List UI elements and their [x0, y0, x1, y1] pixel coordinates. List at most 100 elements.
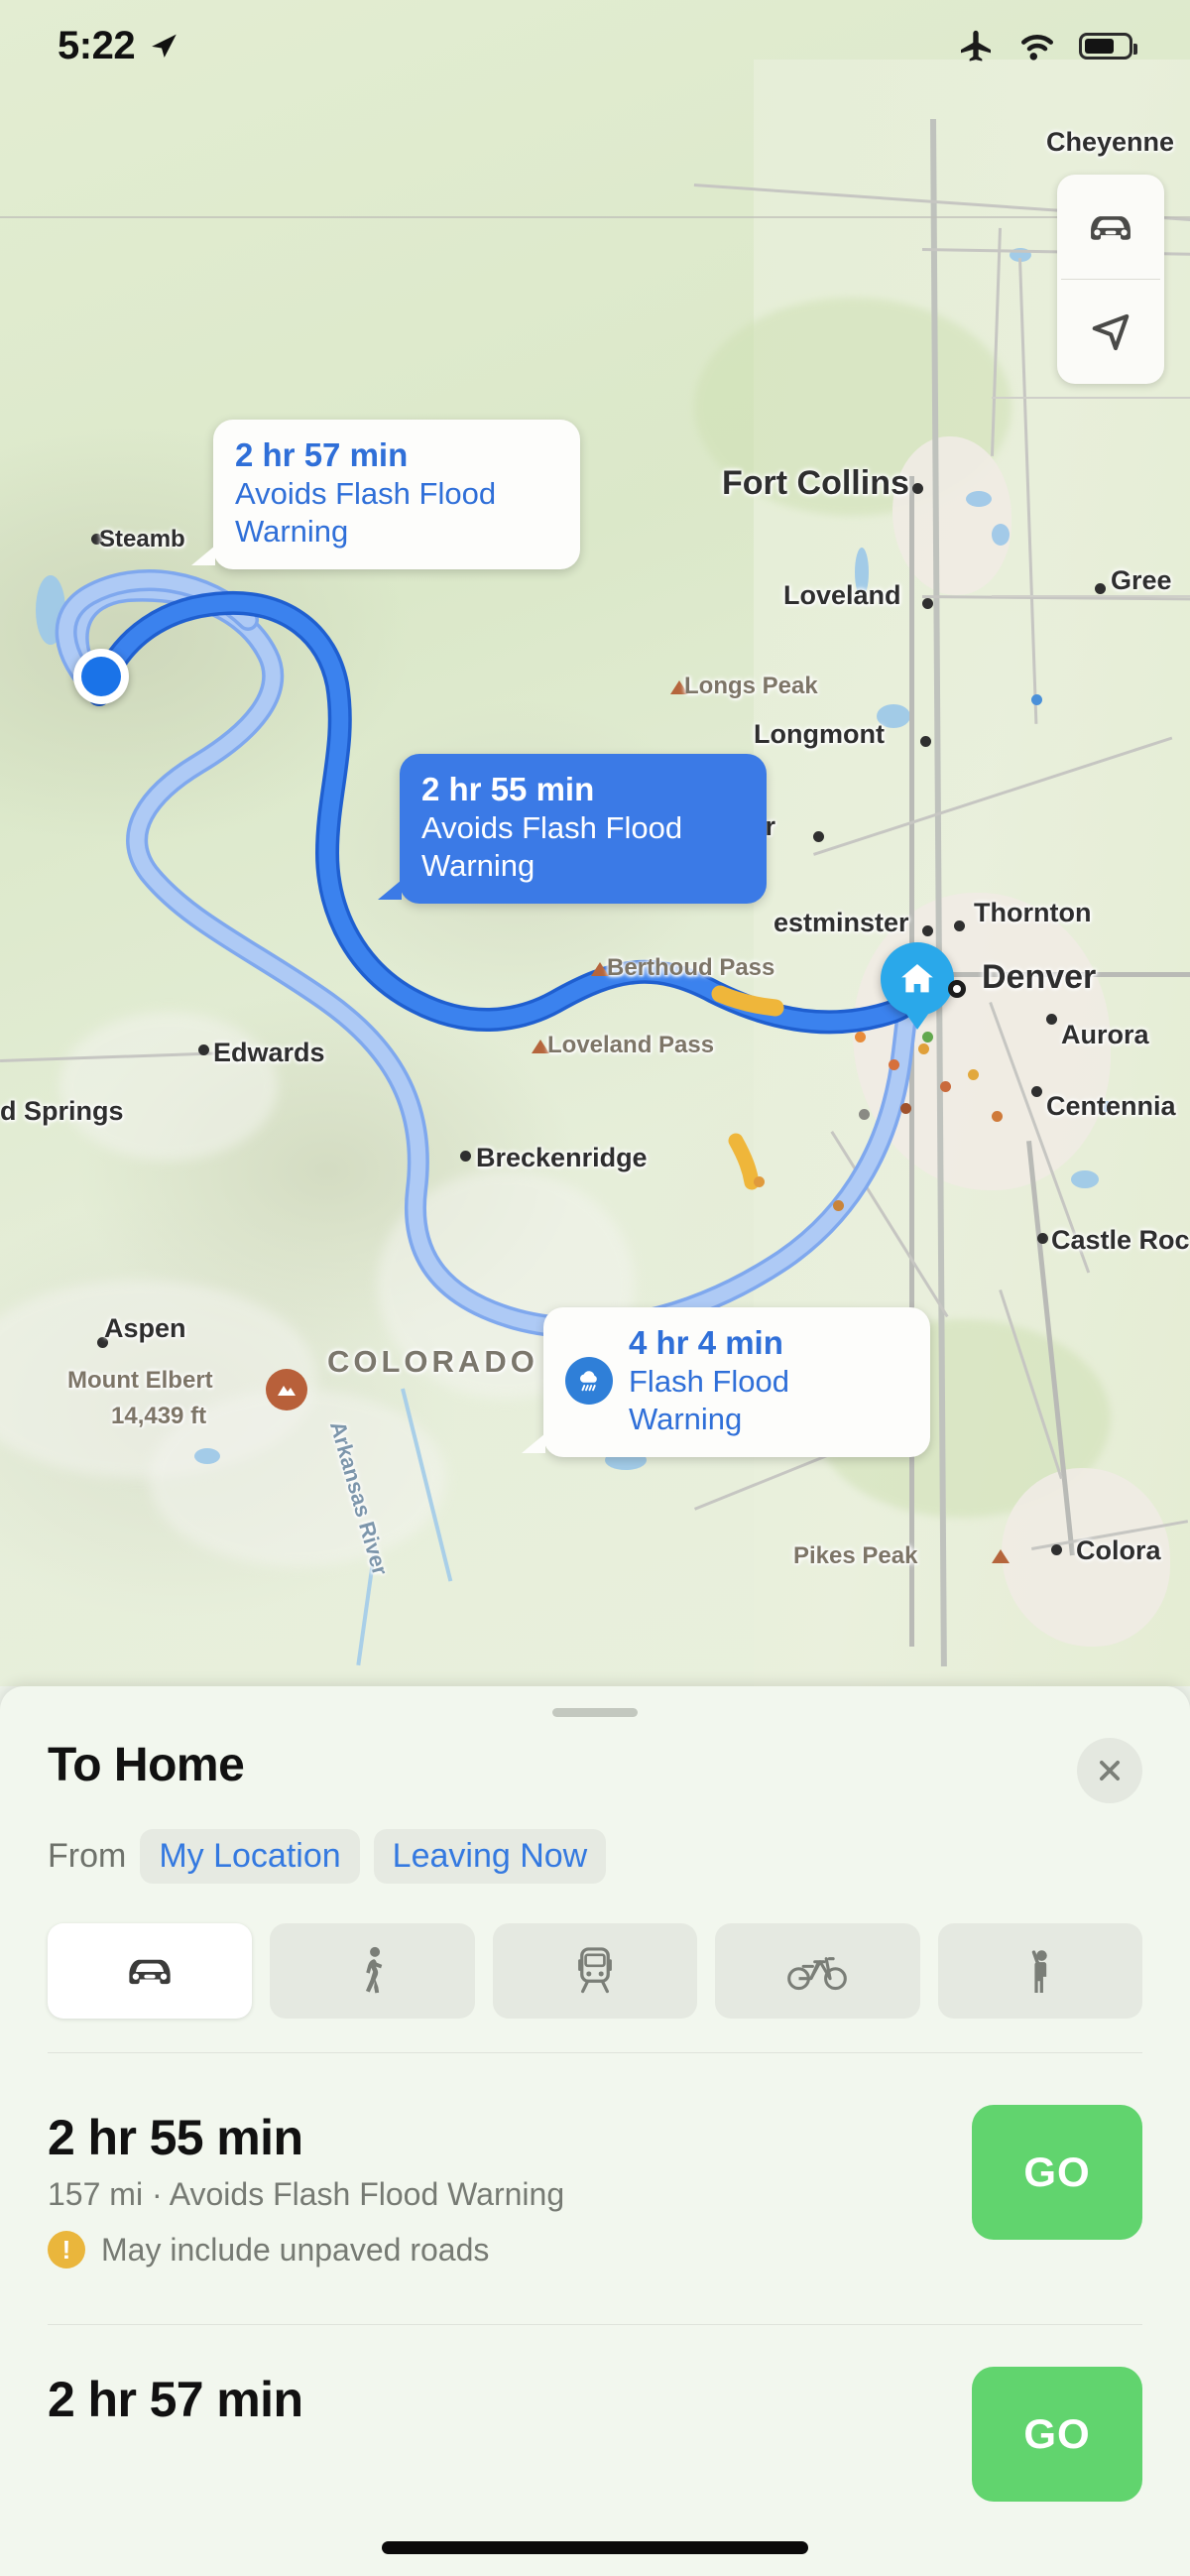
poi-dot — [859, 1109, 870, 1120]
poi-dot — [754, 1176, 765, 1187]
map-city-label: Colora — [1076, 1535, 1161, 1565]
poi-dot — [833, 1200, 844, 1211]
poi-dot — [1031, 694, 1042, 705]
callout-text: 2 hr 57 min Avoids Flash Flood Warning — [235, 436, 558, 551]
origin-chip[interactable]: My Location — [140, 1829, 360, 1884]
status-bar-right — [956, 26, 1137, 65]
home-icon — [901, 964, 933, 993]
map-city-label: Steamb — [99, 526, 185, 552]
drive-mode-button[interactable] — [1057, 175, 1164, 279]
navigation-arrow-icon — [1092, 313, 1130, 350]
go-button[interactable]: GO — [972, 2367, 1142, 2502]
transport-mode-selector[interactable] — [48, 1923, 1143, 2019]
route-callout-alt1[interactable]: 2 hr 57 min Avoids Flash Flood Warning — [191, 420, 580, 569]
transit-icon — [578, 1947, 612, 1994]
map-mount-elbert-elevation: 14,439 ft — [111, 1403, 207, 1429]
map-city-label: Loveland — [783, 580, 901, 610]
poi-dot — [900, 1103, 911, 1114]
city-dot — [813, 831, 824, 842]
route-duration: 2 hr 55 min — [48, 2110, 303, 2165]
go-button[interactable]: GO — [972, 2105, 1142, 2240]
map-city-label: Edwards — [213, 1038, 325, 1067]
map-peak-label: Loveland Pass — [547, 1032, 715, 1058]
peak-marker-icon — [992, 1549, 1010, 1563]
map-controls[interactable] — [1057, 175, 1164, 384]
poi-dot — [889, 1059, 899, 1070]
route-option-primary[interactable]: 2 hr 55 min 157 mi · Avoids Flash Flood … — [48, 2105, 1142, 2269]
bicycle-icon — [787, 1957, 848, 1991]
route-duration: 2 hr 57 min — [48, 2372, 303, 2427]
map-peak-label: Pikes Peak — [793, 1542, 918, 1569]
close-icon — [1100, 1761, 1120, 1780]
map-city-label: Longmont — [754, 719, 885, 749]
map-state-label: COLORADO — [327, 1344, 538, 1379]
map-city-label: Fort Collins — [722, 464, 909, 502]
map-city-label: Aurora — [1061, 1020, 1149, 1049]
map-city-label: Castle Roc — [1051, 1225, 1190, 1255]
callout-subtitle: Avoids Flash Flood Warning — [421, 809, 683, 883]
mode-rideshare[interactable] — [937, 1923, 1143, 2019]
map-city-label: estminster — [774, 908, 909, 937]
from-label: From — [48, 1837, 127, 1875]
home-indicator — [382, 2541, 808, 2554]
location-arrow-icon — [152, 34, 177, 59]
map-city-label: Denver — [982, 958, 1097, 996]
city-dot — [912, 483, 923, 494]
city-dot — [1051, 1544, 1062, 1555]
route-callout-alt2[interactable]: 4 hr 4 min Flash Flood Warning — [522, 1307, 930, 1457]
home-destination-pin[interactable] — [881, 942, 954, 1016]
city-dot — [954, 920, 965, 931]
map-mount-elbert-label: Mount Elbert — [67, 1367, 213, 1394]
map-city-label: d Springs — [0, 1096, 124, 1126]
map-peak-label: Longs Peak — [684, 673, 818, 699]
poi-dot — [992, 1111, 1003, 1122]
callout-subtitle: Avoids Flash Flood Warning — [235, 475, 497, 549]
map-city-label: Aspen — [104, 1313, 186, 1343]
city-dot — [1031, 1086, 1042, 1097]
map-city-label: Gree — [1111, 565, 1172, 595]
route-primary-details: 2 hr 55 min 157 mi · Avoids Flash Flood … — [48, 2105, 564, 2269]
close-button[interactable] — [1077, 1738, 1142, 1803]
locate-me-button[interactable] — [1057, 280, 1164, 384]
mode-drive[interactable] — [48, 1923, 253, 2019]
page-title: To Home — [48, 1739, 245, 1791]
callout-text: 4 hr 4 min Flash Flood Warning — [629, 1324, 908, 1438]
map-city-label: Centennia — [1046, 1091, 1176, 1121]
callout-duration: 2 hr 57 min — [235, 436, 409, 473]
map-city-label: Thornton — [974, 898, 1092, 927]
current-location-dot — [81, 657, 121, 696]
walk-icon — [365, 1946, 382, 1994]
mode-cycle[interactable] — [715, 1923, 920, 2019]
status-bar-left: 5:22 — [58, 24, 180, 68]
airplane-mode-icon — [961, 30, 991, 61]
status-bar-clock: 5:22 — [58, 23, 136, 67]
mount-elbert-icon — [266, 1369, 307, 1411]
directions-sheet[interactable]: To Home From My Location Leaving Now 2 h… — [0, 1686, 1190, 2576]
mode-transit[interactable] — [492, 1923, 698, 2019]
callout-subtitle: Flash Flood Warning — [629, 1363, 789, 1436]
status-bar: 5:22 — [0, 0, 1190, 91]
city-dot — [922, 925, 933, 936]
city-dot — [1095, 583, 1106, 594]
sheet-grabber[interactable] — [552, 1708, 638, 1717]
callout-text: 2 hr 55 min Avoids Flash Flood Warning — [421, 771, 745, 885]
wifi-icon — [1021, 35, 1053, 61]
poi-dot — [968, 1069, 979, 1080]
map-canvas[interactable]: Cheyenne Steamb Fort Collins Loveland Gree Lo… — [0, 0, 1190, 1686]
rideshare-icon — [1031, 1950, 1047, 1994]
map-city-label: Cheyenne — [1046, 127, 1175, 157]
poi-dot — [922, 1032, 933, 1043]
mode-walk[interactable] — [270, 1923, 475, 2019]
city-dot — [1046, 1014, 1057, 1025]
route-secondary-details: 2 hr 57 min — [48, 2367, 303, 2428]
sheet-header: To Home — [48, 1738, 1142, 1803]
route-callout-selected[interactable]: 2 hr 55 min Avoids Flash Flood Warning — [378, 754, 767, 904]
from-row: From My Location Leaving Now — [48, 1829, 1142, 1884]
map-city-label: Breckenridge — [476, 1143, 648, 1172]
city-dot — [198, 1044, 209, 1055]
map-peak-label: Berthoud Pass — [607, 954, 775, 981]
callout-duration: 4 hr 4 min — [629, 1324, 783, 1361]
poi-dot — [855, 1032, 866, 1043]
departure-time-chip[interactable]: Leaving Now — [373, 1829, 607, 1884]
route-option-secondary[interactable]: 2 hr 57 min GO — [48, 2367, 1142, 2502]
